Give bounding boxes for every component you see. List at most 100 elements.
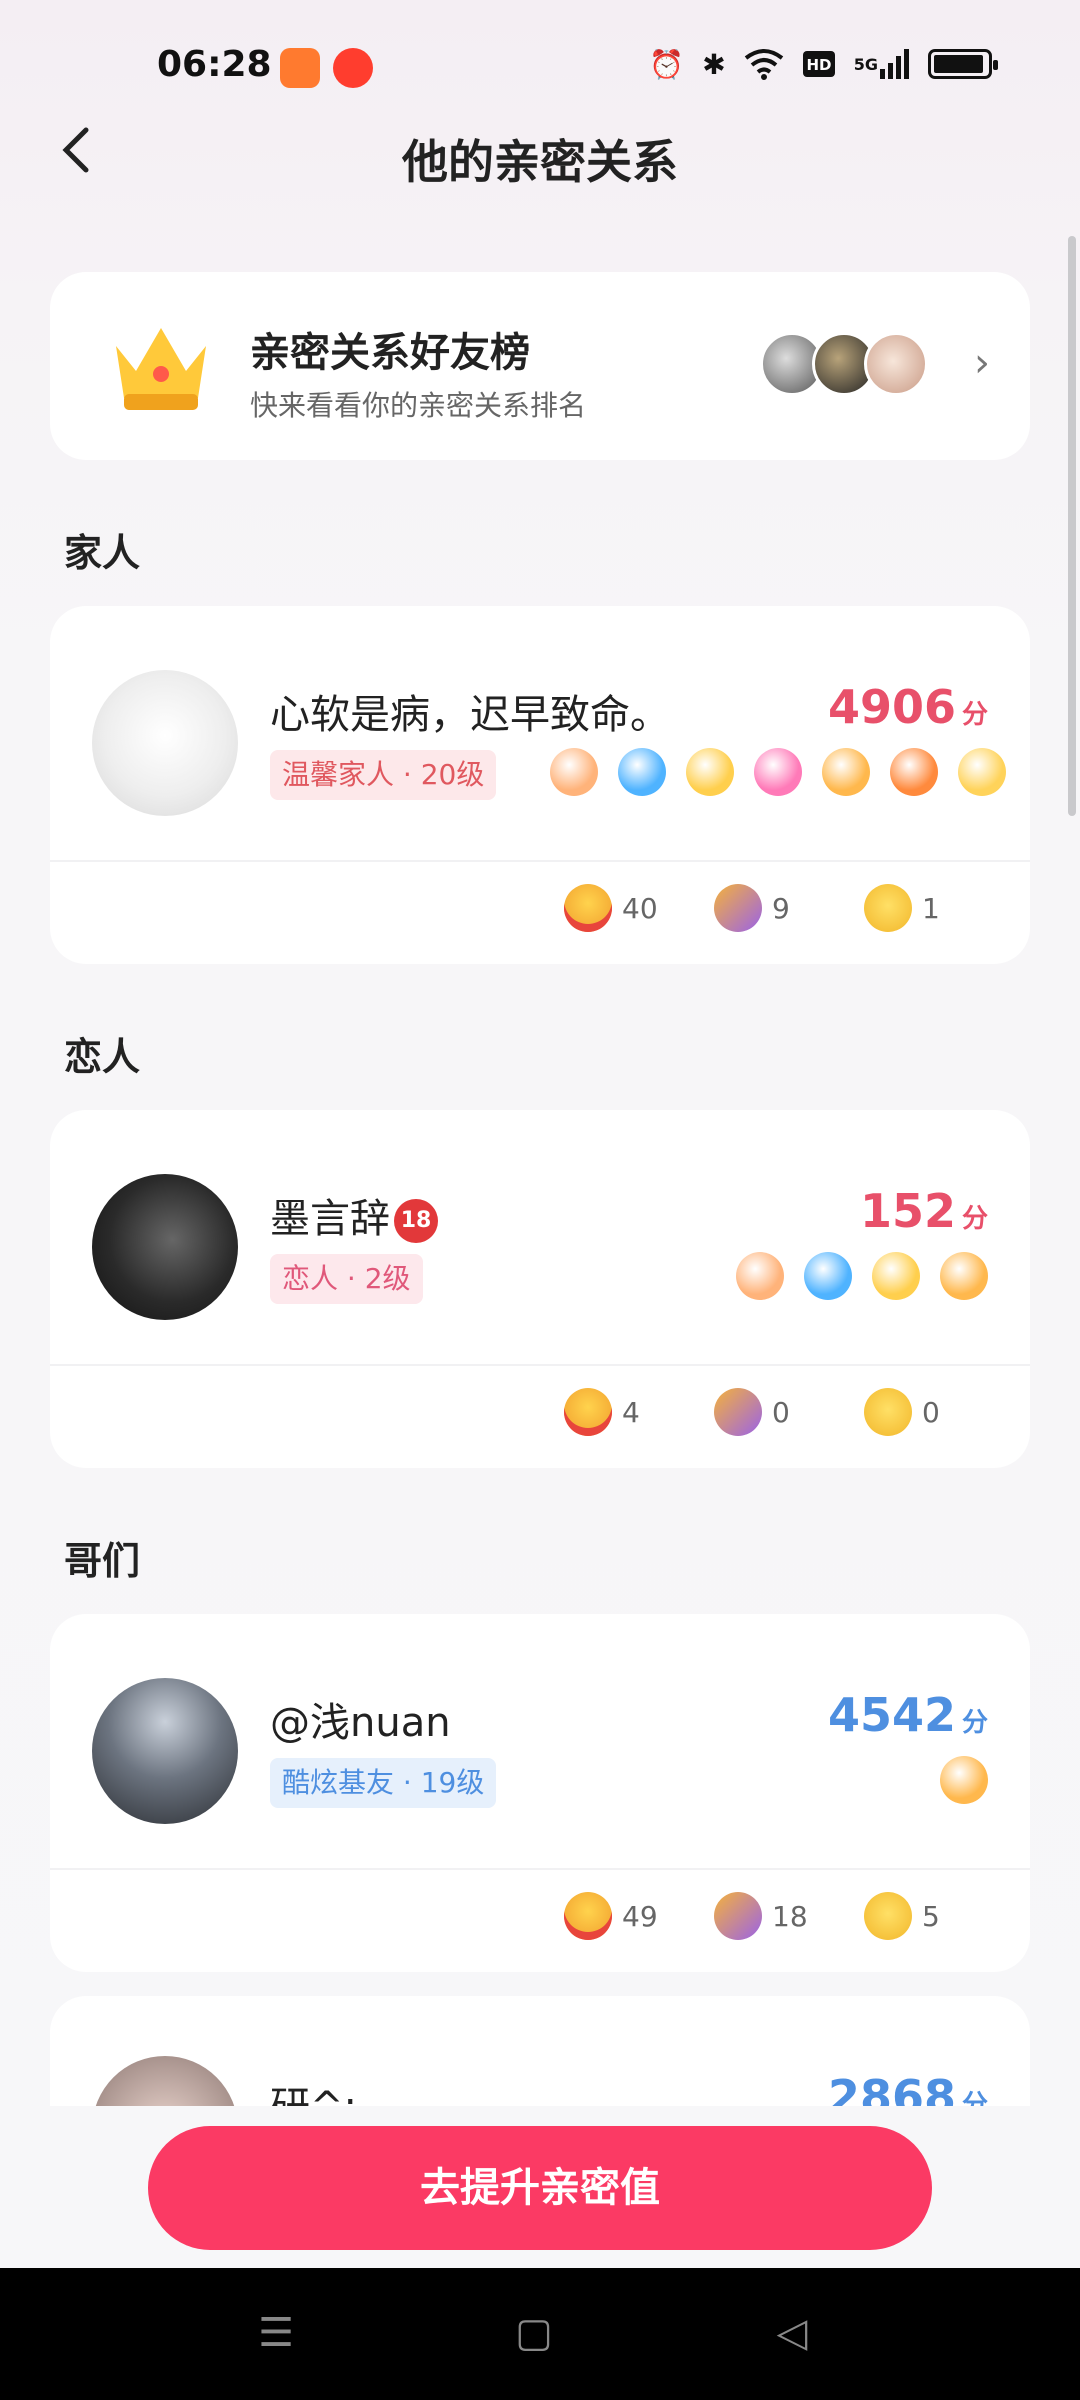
avatar[interactable] (92, 1678, 238, 1824)
friend-name: 心软是病，迟早致命。 (270, 692, 670, 738)
blush-emoji-icon (564, 884, 612, 932)
relation-tag: 温馨家人 · 20级 (270, 750, 497, 800)
back-nav-icon[interactable]: ◁ (762, 2308, 822, 2358)
avatar[interactable] (92, 670, 238, 816)
scrollbar[interactable] (1068, 236, 1076, 816)
avatar[interactable] (92, 1174, 238, 1320)
app-notification-icon (280, 48, 320, 88)
divider (50, 860, 1030, 862)
svg-text:HD: HD (806, 56, 831, 74)
friend-card-lover[interactable]: 墨言辞 18 恋人 · 2级 152 分 4 0 0 (50, 1110, 1030, 1468)
status-time: 06:28 (157, 44, 272, 85)
boost-intimacy-button[interactable]: 去提升亲密值 (148, 2126, 932, 2250)
stat-lemon: 1 (864, 884, 1014, 932)
score-value: 4906 (827, 680, 956, 734)
intimacy-score: 4906 分 (828, 680, 988, 734)
badge-list (736, 1252, 988, 1300)
section-heading-family: 家人 (64, 531, 141, 575)
stat-count: 4 (622, 1395, 640, 1429)
age-18-badge-icon: 18 (394, 1199, 438, 1243)
crown-icon (116, 328, 206, 410)
friend-name-text: 墨言辞 (270, 1196, 390, 1242)
stat-count: 0 (772, 1395, 790, 1429)
menu-icon[interactable]: ☰ (246, 2308, 306, 2358)
ranking-subtitle: 快来看看你的亲密关系排名 (250, 389, 587, 422)
achievement-badge-icon (550, 748, 598, 796)
blush-emoji-icon (564, 1892, 612, 1940)
achievement-badge-icon (940, 1252, 988, 1300)
hd-icon: HD (802, 46, 836, 82)
score-unit: 分 (961, 700, 988, 730)
interaction-stats: 4 0 0 (564, 1388, 1014, 1436)
stat-count: 40 (622, 891, 658, 925)
achievement-badge-icon (804, 1252, 852, 1300)
stat-count: 5 (922, 1899, 940, 1933)
status-icons: ⏰ ✱ HD 5G (649, 46, 998, 82)
header: 他的亲密关系 (0, 110, 1080, 200)
stat-party: 0 (714, 1388, 864, 1436)
stat-lemon: 5 (864, 1892, 1014, 1940)
friend-card-bro[interactable]: @浅nuan 酷炫基友 · 19级 4542 分 49 18 5 (50, 1614, 1030, 1972)
friend-name: 墨言辞 18 (270, 1186, 438, 1244)
stat-party: 9 (714, 884, 864, 932)
relation-tag: 恋人 · 2级 (270, 1254, 423, 1304)
divider (50, 1364, 1030, 1366)
stat-count: 18 (772, 1899, 808, 1933)
blush-emoji-icon (564, 1388, 612, 1436)
achievement-badge-icon (872, 1252, 920, 1300)
ranking-card[interactable]: 亲密关系好友榜 快来看看你的亲密关系排名 › (50, 272, 1030, 460)
section-heading-lover: 恋人 (64, 1035, 141, 1079)
page-title: 他的亲密关系 (402, 135, 678, 189)
stat-lemon: 0 (864, 1388, 1014, 1436)
section-heading-bro: 哥们 (64, 1539, 141, 1583)
stat-blush: 4 (564, 1388, 714, 1436)
score-unit: 分 (961, 1708, 988, 1738)
badge-list (940, 1756, 988, 1804)
interaction-stats: 49 18 5 (564, 1892, 1014, 1940)
lemon-face-icon (864, 884, 912, 932)
achievement-badge-icon (618, 748, 666, 796)
stat-party: 18 (714, 1892, 864, 1940)
achievement-badge-icon (822, 748, 870, 796)
intimacy-score: 4542 分 (828, 1688, 988, 1742)
stat-count: 0 (922, 1395, 940, 1429)
friend-name: @浅nuan (270, 1700, 451, 1746)
ranking-avatars (760, 332, 930, 398)
network-type: 5G (853, 54, 878, 74)
intimacy-score: 152 分 (860, 1184, 988, 1238)
avatar (864, 332, 928, 396)
lemon-face-icon (864, 1388, 912, 1436)
score-unit: 分 (961, 1204, 988, 1234)
app-notification-icon (333, 48, 373, 88)
achievement-badge-icon (958, 748, 1006, 796)
badge-list (550, 748, 1006, 796)
achievement-badge-icon (686, 748, 734, 796)
ranking-title: 亲密关系好友榜 (250, 330, 530, 376)
stat-blush: 40 (564, 884, 714, 932)
home-icon[interactable]: ▢ (504, 2308, 564, 2358)
party-popper-icon (714, 1388, 762, 1436)
alarm-icon: ⏰ (649, 47, 685, 81)
stat-blush: 49 (564, 1892, 714, 1940)
party-popper-icon (714, 1892, 762, 1940)
score-value: 4542 (827, 1688, 956, 1742)
divider (50, 1868, 1030, 1870)
achievement-badge-icon (754, 748, 802, 796)
lemon-face-icon (864, 1892, 912, 1940)
achievement-badge-icon (736, 1252, 784, 1300)
stat-count: 9 (772, 891, 790, 925)
bluetooth-icon: ✱ (702, 47, 726, 81)
score-value: 152 (859, 1184, 956, 1238)
stat-count: 49 (622, 1899, 658, 1933)
battery-icon (928, 49, 998, 79)
party-popper-icon (714, 884, 762, 932)
achievement-badge-icon (890, 748, 938, 796)
interaction-stats: 40 9 1 (564, 884, 1014, 932)
wifi-icon (744, 46, 784, 82)
system-nav-bar: ☰ ▢ ◁ (0, 2268, 1080, 2400)
achievement-badge-icon (940, 1756, 988, 1804)
relation-tag: 酷炫基友 · 19级 (270, 1758, 497, 1808)
stat-count: 1 (922, 891, 940, 925)
chevron-right-icon: › (974, 340, 990, 386)
friend-card-family[interactable]: 心软是病，迟早致命。 温馨家人 · 20级 4906 分 40 9 1 (50, 606, 1030, 964)
